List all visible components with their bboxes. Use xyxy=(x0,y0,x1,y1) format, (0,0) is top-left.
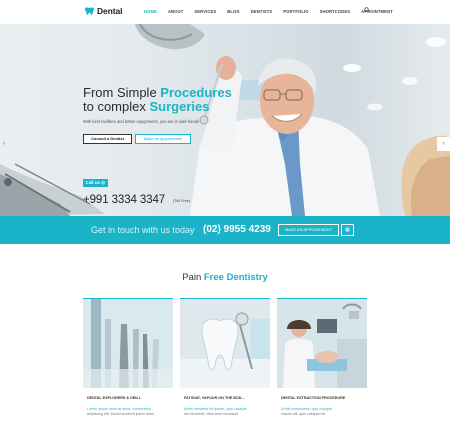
cta-phone-number[interactable]: (02) 9955 4239 xyxy=(203,224,271,235)
menu-item-about[interactable]: ABOUT xyxy=(168,9,183,14)
menu-item-dentists[interactable]: DENTISTS xyxy=(251,9,273,14)
tooth-model-image xyxy=(180,298,270,388)
hero-phone-number[interactable]: +991 3334 3347 xyxy=(83,194,165,206)
cta-text: Get in touch with us today xyxy=(91,225,195,235)
card-text-line-1: Lorem ipsum dolor sit amet, consectetur xyxy=(87,407,151,411)
chevron-right-icon[interactable]: › xyxy=(437,137,450,151)
service-card[interactable]: FATIGUE, VAPOUR ON THE BOD... Morbi hend… xyxy=(180,298,270,438)
hero-title-highlight-2: Surgeries xyxy=(149,99,210,114)
card-text-line-2: adipiscing elit. Morbi hendrerit ipsum d… xyxy=(87,412,155,416)
card-title[interactable]: FATIGUE, VAPOUR ON THE BOD... xyxy=(184,396,245,400)
tooth-logo-icon xyxy=(85,6,94,15)
hero-title-plain-2: to complex xyxy=(83,99,150,114)
toll-free-note: (Toll Free) xyxy=(173,199,191,203)
call-us-badge: Call us @ xyxy=(83,179,108,187)
hero-title: From Simple Procedures to complex Surger… xyxy=(83,86,232,114)
section-title-plain: Pain xyxy=(182,272,204,283)
section-title-highlight: Free Dentistry xyxy=(203,272,268,283)
card-text: Ut elit consectetur, quis volutpat mauris… xyxy=(281,407,363,417)
card-text-line-2: est hendrerit, vitae lorem tincidunt xyxy=(184,412,238,416)
cta-appointment-button[interactable]: MAKE AN APPOINTMENT xyxy=(278,224,339,236)
menu-item-home[interactable]: HOME xyxy=(144,9,157,14)
service-card[interactable]: DENTAL EXTRACTION PROCEDURE Ut elit cons… xyxy=(277,298,367,438)
menu-item-blog[interactable]: BLOG xyxy=(227,9,240,14)
menu-item-shortcodes[interactable]: SHORTCODES xyxy=(320,9,351,14)
dental-tools-image xyxy=(83,298,173,388)
menu-item-services[interactable]: SERVICES xyxy=(194,9,216,14)
menu-item-portfolio[interactable]: PORTFOLIO xyxy=(283,9,308,14)
card-text-line-2: mauris elit, quis volutpat est xyxy=(281,412,326,416)
top-navbar: Dental HOME ABOUT SERVICES BLOG DENTISTS… xyxy=(0,0,450,24)
card-title[interactable]: DENTAL EXTRACTION PROCEDURE xyxy=(281,396,345,400)
dental-procedure-image xyxy=(277,298,367,388)
service-card[interactable]: DENTAL EXPLORERS & DRILL Lorem ipsum dol… xyxy=(83,298,173,438)
hero-title-plain-1: From Simple xyxy=(83,85,161,100)
hero-slider: From Simple Procedures to complex Surger… xyxy=(0,24,450,216)
card-text-line-1: Morbi hendrerit elit ipsum, quis volutpa… xyxy=(184,407,247,411)
brand-name: Dental xyxy=(97,6,123,16)
card-text: Morbi hendrerit elit ipsum, quis volutpa… xyxy=(184,407,266,417)
hero-subtitle: With best facilities and better equipmen… xyxy=(83,119,200,124)
consult-dentist-button[interactable]: Consult a Dentist xyxy=(83,134,132,144)
make-appointment-button[interactable]: Make an Appointment xyxy=(135,134,191,144)
section-title: Pain Free Dentistry xyxy=(0,272,450,283)
dentist-photo xyxy=(0,24,450,216)
contact-cta-bar: Get in touch with us today (02) 9955 423… xyxy=(0,216,450,244)
brand-logo[interactable]: Dental xyxy=(84,6,122,16)
chevron-left-icon[interactable]: ‹ xyxy=(3,141,5,147)
card-text: Lorem ipsum dolor sit amet, consectetur a… xyxy=(87,407,169,417)
search-icon[interactable] xyxy=(364,7,370,13)
card-title[interactable]: DENTAL EXPLORERS & DRILL xyxy=(87,396,141,400)
hero-title-highlight-1: Procedures xyxy=(160,85,232,100)
calendar-icon[interactable]: ▦ xyxy=(341,224,354,236)
card-text-line-1: Ut elit consectetur, quis volutpat xyxy=(281,407,332,411)
